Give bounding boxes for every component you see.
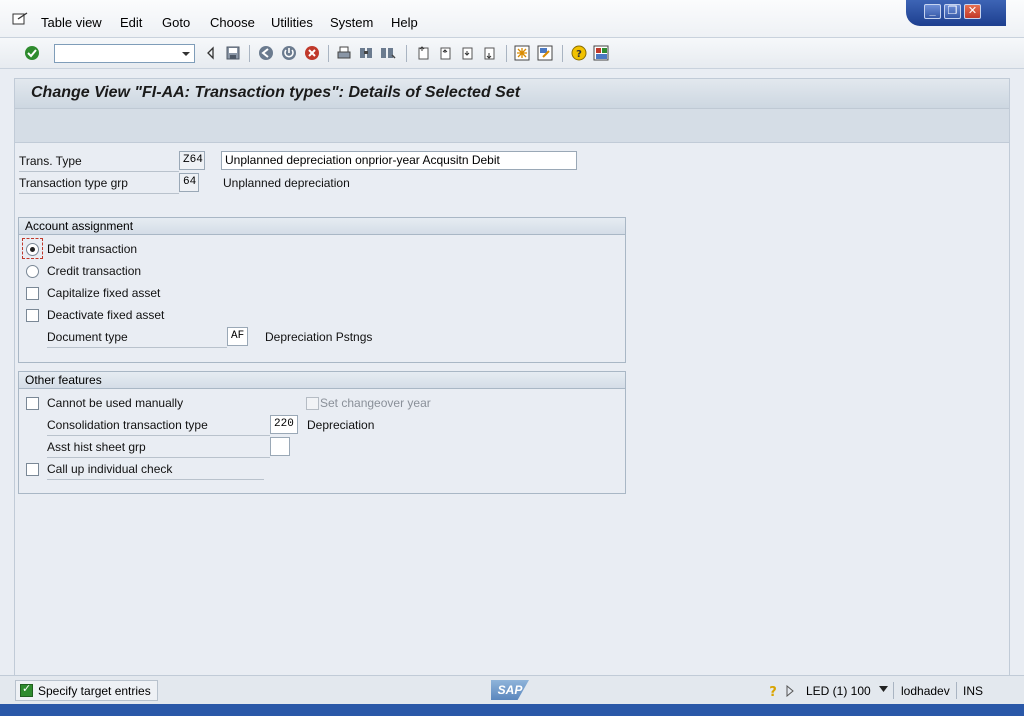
success-check-icon xyxy=(20,682,33,697)
label-underline xyxy=(47,347,227,348)
toolbar-separator xyxy=(249,45,250,62)
trans-type-label: Trans. Type xyxy=(19,154,82,168)
trans-type-grp-field[interactable]: 64 xyxy=(179,173,199,192)
call-up-individual-check-label: Call up individual check xyxy=(47,462,173,476)
cannot-be-used-manually-label: Cannot be used manually xyxy=(47,396,184,410)
asst-hist-sheet-grp-label: Asst hist sheet grp xyxy=(47,440,146,454)
menu-utilities[interactable]: Utilities xyxy=(271,15,313,30)
title-bar: Change View "FI-AA: Transaction types": … xyxy=(15,79,1009,109)
window-controls: _ ❐ ✕ xyxy=(906,0,1006,26)
toolbar-separator xyxy=(406,45,407,62)
capitalize-fixed-asset-checkbox[interactable] xyxy=(26,287,39,300)
credit-transaction-radio[interactable] xyxy=(26,265,39,278)
shortcut-icon[interactable] xyxy=(537,45,553,61)
back-nav-icon[interactable] xyxy=(203,45,219,61)
svg-text:?: ? xyxy=(576,49,582,60)
toolbar-separator xyxy=(562,45,563,62)
svg-text:?: ? xyxy=(769,685,777,698)
document-type-field[interactable]: AF xyxy=(227,327,248,346)
save-icon[interactable] xyxy=(225,45,241,61)
first-page-icon[interactable] xyxy=(415,45,431,61)
debit-transaction-label: Debit transaction xyxy=(47,242,138,256)
asst-hist-sheet-grp-field[interactable] xyxy=(270,437,290,456)
enter-icon[interactable] xyxy=(24,45,40,61)
find-icon[interactable] xyxy=(358,45,374,61)
user-name: lodhadev xyxy=(901,684,950,698)
status-separator xyxy=(893,682,894,699)
call-up-individual-check-checkbox[interactable] xyxy=(26,463,39,476)
menu-table-view[interactable]: Table view xyxy=(41,15,102,30)
document-type-label: Document type xyxy=(47,330,128,344)
account-assignment-title: Account assignment xyxy=(19,218,625,235)
label-underline xyxy=(47,479,264,480)
menu-bar: Table view Edit Goto Choose Utilities Sy… xyxy=(0,0,1024,38)
status-separator xyxy=(956,682,957,699)
last-page-icon[interactable] xyxy=(481,45,497,61)
document-type-description: Depreciation Pstngs xyxy=(265,330,373,344)
find-next-icon[interactable] xyxy=(380,45,396,61)
consolidation-transaction-type-label: Consolidation transaction type xyxy=(47,418,208,432)
trans-type-grp-label: Transaction type grp xyxy=(19,176,128,190)
minimize-icon[interactable]: _ xyxy=(924,4,941,19)
menu-system[interactable]: System xyxy=(330,15,373,30)
label-underline xyxy=(47,435,270,436)
menu-help[interactable]: Help xyxy=(391,15,418,30)
trans-type-description-field[interactable]: Unplanned depreciation onprior-year Acqu… xyxy=(221,151,577,170)
page-title: Change View "FI-AA: Transaction types": … xyxy=(31,84,521,101)
standard-toolbar: ? xyxy=(0,38,1024,69)
previous-page-icon[interactable] xyxy=(437,45,453,61)
help-icon[interactable]: ? xyxy=(571,45,587,61)
main-content: Trans. Type Z64 Unplanned depreciation o… xyxy=(14,143,1010,675)
credit-transaction-label: Credit transaction xyxy=(47,264,142,278)
create-session-icon[interactable] xyxy=(514,45,530,61)
deactivate-fixed-asset-label: Deactivate fixed asset xyxy=(47,308,165,322)
command-field[interactable] xyxy=(54,44,195,63)
set-changeover-year-label: Set changeover year xyxy=(320,396,431,410)
next-page-icon[interactable] xyxy=(459,45,475,61)
exit-icon[interactable] xyxy=(281,45,297,61)
deactivate-fixed-asset-checkbox[interactable] xyxy=(26,309,39,322)
consolidation-transaction-type-description: Depreciation xyxy=(307,418,375,432)
other-features-title: Other features xyxy=(19,372,625,389)
other-features-group: Other features Cannot be used manually S… xyxy=(18,371,626,494)
expand-status-icon[interactable] xyxy=(786,685,794,697)
debit-transaction-radio[interactable] xyxy=(26,243,39,256)
layout-menu-icon[interactable] xyxy=(593,45,609,61)
toolbar-separator xyxy=(506,45,507,62)
trans-type-field[interactable]: Z64 xyxy=(179,151,205,170)
label-underline xyxy=(47,457,270,458)
status-message[interactable]: Specify target entries xyxy=(15,680,158,701)
screen-header: Change View "FI-AA: Transaction types": … xyxy=(14,78,1010,143)
restore-icon[interactable]: ❐ xyxy=(944,4,961,19)
chevron-down-icon[interactable] xyxy=(178,45,194,62)
set-changeover-year-checkbox[interactable] xyxy=(306,397,319,410)
chevron-down-icon[interactable] xyxy=(879,686,888,692)
help-question-icon[interactable]: ? xyxy=(767,684,779,698)
account-assignment-group: Account assignment Debit transaction Cre… xyxy=(18,217,626,363)
back-icon[interactable] xyxy=(258,45,274,61)
capitalize-fixed-asset-label: Capitalize fixed asset xyxy=(47,286,161,300)
cannot-be-used-manually-checkbox[interactable] xyxy=(26,397,39,410)
window-bottom-border xyxy=(0,704,1024,716)
input-mode[interactable]: INS xyxy=(963,684,983,698)
cancel-icon[interactable] xyxy=(304,45,320,61)
label-underline xyxy=(19,171,179,172)
label-underline xyxy=(19,193,179,194)
print-icon[interactable] xyxy=(336,45,352,61)
system-info[interactable]: LED (1) 100 xyxy=(806,684,871,698)
trans-type-grp-description: Unplanned depreciation xyxy=(223,176,350,190)
sap-logo: SAP xyxy=(491,680,529,700)
status-bar: Specify target entries SAP ? LED (1) 100… xyxy=(0,675,1024,704)
menu-edit[interactable]: Edit xyxy=(120,15,142,30)
status-message-text: Specify target entries xyxy=(38,683,151,698)
menu-goto[interactable]: Goto xyxy=(162,15,190,30)
system-menu-icon[interactable] xyxy=(12,12,28,26)
close-icon[interactable]: ✕ xyxy=(964,4,981,19)
menu-choose[interactable]: Choose xyxy=(210,15,255,30)
consolidation-transaction-type-field[interactable]: 220 xyxy=(270,415,298,434)
toolbar-separator xyxy=(328,45,329,62)
